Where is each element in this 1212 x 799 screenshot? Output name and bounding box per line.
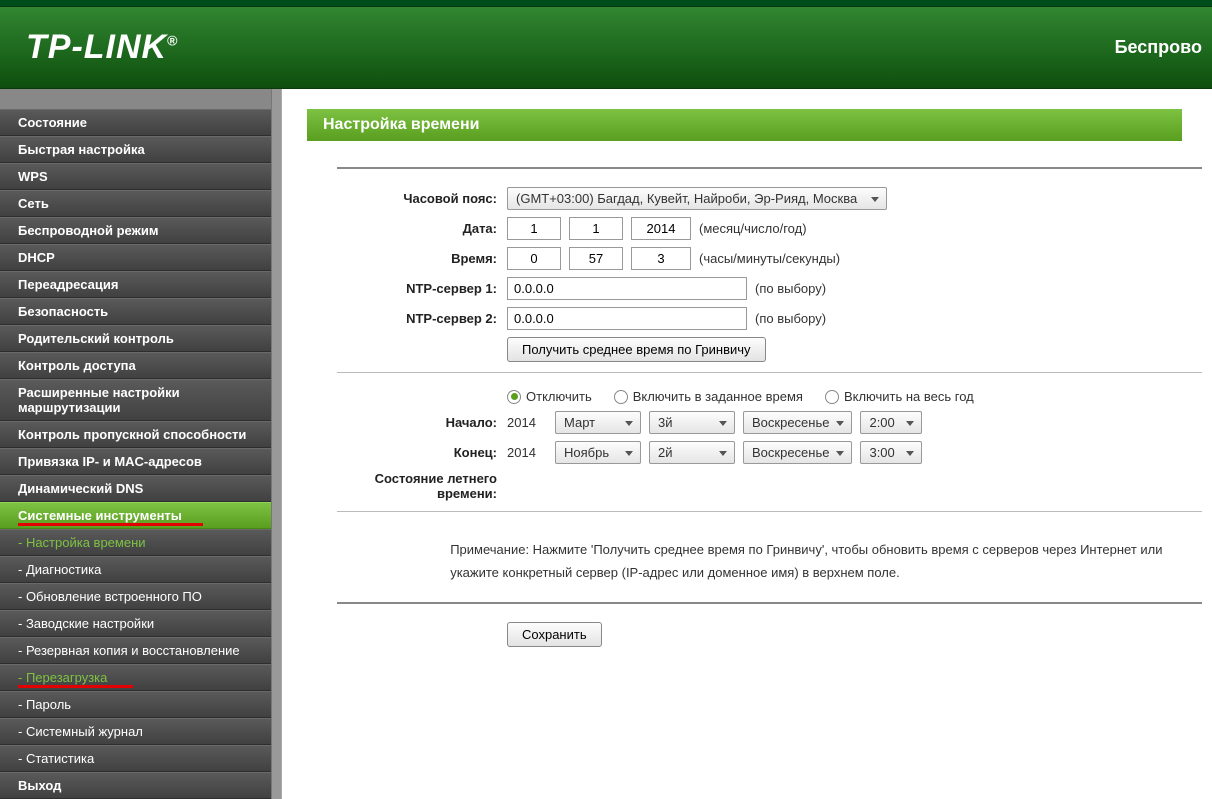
start-week-select[interactable]: 3й: [649, 411, 735, 434]
sidebar-item-ipmac[interactable]: Привязка IP- и MAC-адресов: [0, 448, 271, 475]
sidebar-sub-time[interactable]: - Настройка времени: [0, 529, 271, 556]
label-dst-state: Состояние летнего времени:: [337, 471, 507, 501]
annotation-underline: [18, 685, 133, 688]
sidebar-sub-label: - Перезагрузка: [18, 670, 107, 685]
end-time-select[interactable]: 3:00: [860, 441, 922, 464]
brand-logo: TP-LINK®: [26, 28, 178, 67]
label-end: Конец:: [337, 445, 507, 460]
radio-enable-year[interactable]: Включить на весь год: [825, 389, 974, 404]
label-time: Время:: [337, 251, 507, 266]
sidebar: Состояние Быстрая настройка WPS Сеть Бес…: [0, 89, 271, 799]
header-title: Беспрово: [1115, 37, 1202, 58]
sidebar-sub-stats[interactable]: - Статистика: [0, 745, 271, 772]
save-button[interactable]: Сохранить: [507, 622, 602, 647]
end-year: 2014: [507, 445, 547, 460]
date-day-input[interactable]: [569, 217, 623, 240]
sidebar-sub-backup[interactable]: - Резервная копия и восстановление: [0, 637, 271, 664]
separator: [337, 167, 1202, 169]
sidebar-item-wireless[interactable]: Беспроводной режим: [0, 217, 271, 244]
ntp1-input[interactable]: [507, 277, 747, 300]
sidebar-item-status[interactable]: Состояние: [0, 109, 271, 136]
start-day-select[interactable]: Воскресенье: [743, 411, 852, 434]
end-month-select[interactable]: Ноябрь: [555, 441, 641, 464]
timezone-select[interactable]: (GMT+03:00) Багдад, Кувейт, Найроби, Эр-…: [507, 187, 887, 210]
label-date: Дата:: [337, 221, 507, 236]
brand-text: TP-LINK: [26, 28, 167, 66]
sidebar-sub-syslog[interactable]: - Системный журнал: [0, 718, 271, 745]
separator: [337, 602, 1202, 604]
time-hour-input[interactable]: [507, 247, 561, 270]
radio-icon: [614, 390, 628, 404]
sidebar-item-access[interactable]: Контроль доступа: [0, 352, 271, 379]
annotation-underline: [18, 523, 203, 526]
time-hint: (часы/минуты/секунды): [699, 251, 840, 266]
sidebar-item-parental[interactable]: Родительский контроль: [0, 325, 271, 352]
sidebar-item-routing[interactable]: Расширенные настройки маршрутизации: [0, 379, 271, 421]
sidebar-sub-diagnostics[interactable]: - Диагностика: [0, 556, 271, 583]
separator: [337, 372, 1202, 373]
sidebar-item-forwarding[interactable]: Переадресация: [0, 271, 271, 298]
start-month-select[interactable]: Март: [555, 411, 641, 434]
main-content: Настройка времени Часовой пояс: (GMT+03:…: [282, 89, 1212, 799]
sidebar-item-dhcp[interactable]: DHCP: [0, 244, 271, 271]
radio-icon: [825, 390, 839, 404]
time-minute-input[interactable]: [569, 247, 623, 270]
sidebar-item-wps[interactable]: WPS: [0, 163, 271, 190]
sidebar-item-network[interactable]: Сеть: [0, 190, 271, 217]
sidebar-item-security[interactable]: Безопасность: [0, 298, 271, 325]
sidebar-sub-reboot[interactable]: - Перезагрузка: [0, 664, 271, 691]
page-title: Настройка времени: [307, 109, 1182, 141]
start-year: 2014: [507, 415, 547, 430]
brand-reg: ®: [167, 33, 178, 49]
sidebar-item-ddns[interactable]: Динамический DNS: [0, 475, 271, 502]
sidebar-sub-password[interactable]: - Пароль: [0, 691, 271, 718]
date-hint: (месяц/число/год): [699, 221, 807, 236]
column-divider: [271, 89, 282, 799]
ntp1-hint: (по выбору): [755, 281, 826, 296]
ntp2-hint: (по выбору): [755, 311, 826, 326]
radio-enable-range[interactable]: Включить в заданное время: [614, 389, 803, 404]
date-year-input[interactable]: [631, 217, 691, 240]
get-gmt-button[interactable]: Получить среднее время по Гринвичу: [507, 337, 766, 362]
sidebar-item-bandwidth[interactable]: Контроль пропускной способности: [0, 421, 271, 448]
sidebar-item-label: Системные инструменты: [18, 508, 182, 523]
date-month-input[interactable]: [507, 217, 561, 240]
ntp2-input[interactable]: [507, 307, 747, 330]
sidebar-item-system-tools[interactable]: Системные инструменты: [0, 502, 271, 529]
label-ntp1: NTP-сервер 1:: [337, 281, 507, 296]
end-day-select[interactable]: Воскресенье: [743, 441, 852, 464]
radio-icon: [507, 390, 521, 404]
label-start: Начало:: [337, 415, 507, 430]
sidebar-sub-firmware[interactable]: - Обновление встроенного ПО: [0, 583, 271, 610]
separator: [337, 511, 1202, 512]
radio-disable[interactable]: Отключить: [507, 389, 592, 404]
note-text: Примечание: Нажмите 'Получить среднее вр…: [450, 538, 1202, 585]
header: TP-LINK® Беспрово: [0, 7, 1212, 89]
label-timezone: Часовой пояс:: [337, 191, 507, 206]
sidebar-item-quick-setup[interactable]: Быстрая настройка: [0, 136, 271, 163]
time-second-input[interactable]: [631, 247, 691, 270]
sidebar-item-logout[interactable]: Выход: [0, 772, 271, 799]
top-bar: [0, 0, 1212, 7]
end-week-select[interactable]: 2й: [649, 441, 735, 464]
start-time-select[interactable]: 2:00: [860, 411, 922, 434]
sidebar-sub-factory[interactable]: - Заводские настройки: [0, 610, 271, 637]
label-ntp2: NTP-сервер 2:: [337, 311, 507, 326]
